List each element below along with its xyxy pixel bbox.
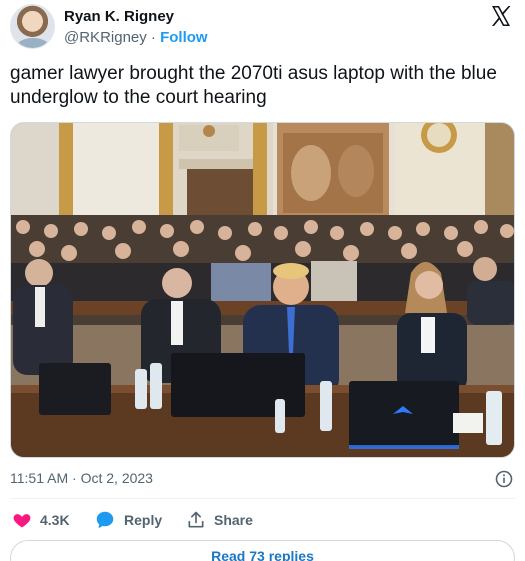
avatar-shirt: [17, 38, 49, 48]
heart-icon: [13, 514, 31, 528]
author-handle[interactable]: @RKRigney: [64, 29, 147, 46]
person-shirt: [171, 301, 183, 345]
clock-face: [427, 123, 451, 147]
share-label: Share: [214, 512, 253, 528]
timestamp-row: 11:51 AM · Oct 2, 2023: [10, 470, 515, 490]
person-hair: [273, 263, 309, 279]
share-icon: [188, 511, 204, 528]
water-bottle: [486, 391, 502, 445]
water-bottle: [135, 369, 147, 409]
tweet-date[interactable]: Oct 2, 2023: [81, 470, 153, 486]
person-face: [473, 257, 497, 281]
spectator-jacket: [311, 261, 357, 303]
papers: [453, 413, 483, 433]
mural-figure: [338, 145, 374, 197]
x-logo-icon[interactable]: [489, 4, 513, 28]
water-bottle: [320, 381, 332, 431]
tweet-photo[interactable]: [10, 122, 515, 458]
reply-label: Reply: [124, 512, 163, 528]
tweet-header: Ryan K. Rigney @RKRigney · Follow: [10, 4, 515, 52]
time-separator: ·: [68, 470, 81, 486]
laptop-asus: [349, 381, 459, 447]
tweet-time[interactable]: 11:51 AM: [10, 470, 68, 486]
person-face: [25, 259, 53, 287]
hand-sanitizer: [275, 399, 285, 433]
author-handle-row: @RKRigney · Follow: [64, 29, 208, 46]
tweet-actions: 4.3K Reply Share: [10, 508, 410, 532]
courtroom-photo: [11, 123, 514, 457]
read-replies-button[interactable]: Read 73 replies: [10, 540, 515, 561]
spectator-shirt: [211, 263, 271, 303]
laptop-left: [39, 363, 111, 415]
like-button[interactable]: 4.3K: [12, 508, 70, 532]
tweet-text: gamer lawyer brought the 2070ti asus lap…: [10, 63, 497, 108]
follow-button[interactable]: Follow: [160, 29, 208, 46]
crest-emblem: [203, 125, 215, 137]
divider: [10, 498, 515, 499]
avatar[interactable]: [10, 4, 55, 49]
mural-figure: [291, 145, 331, 201]
person-suit: [467, 281, 514, 325]
info-icon[interactable]: [495, 470, 513, 488]
person-face: [415, 271, 443, 299]
water-bottle: [150, 363, 162, 409]
person-shirt: [35, 287, 45, 327]
like-count: 4.3K: [40, 512, 70, 528]
share-button[interactable]: Share: [186, 508, 253, 532]
reply-button[interactable]: Reply: [94, 508, 162, 532]
laptop-underglow: [349, 445, 459, 449]
author-name[interactable]: Ryan K. Rigney: [64, 8, 174, 25]
person-face: [162, 268, 192, 298]
person-shirt: [421, 317, 435, 353]
speech-bubble-icon: [96, 511, 114, 529]
handle-separator: ·: [146, 29, 161, 46]
